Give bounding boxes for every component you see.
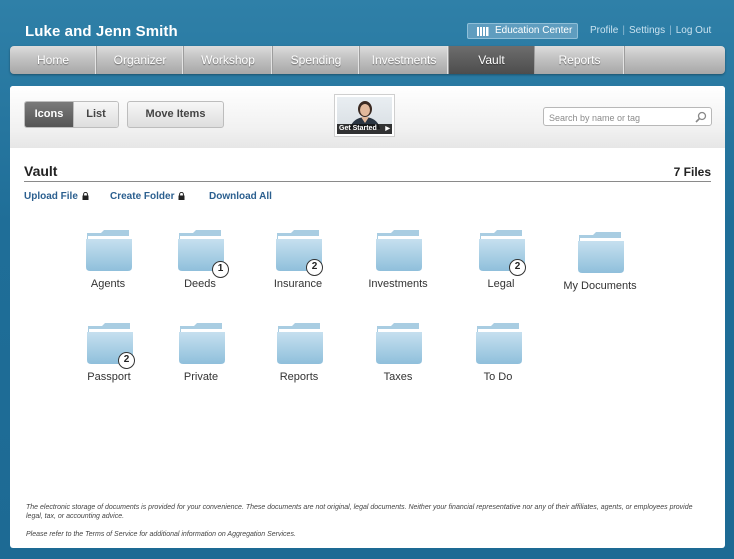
view-toggle: Icons List — [24, 101, 119, 128]
folder-label: Passport — [87, 371, 131, 383]
folder-label: Investments — [368, 278, 428, 290]
folder-icon — [376, 323, 422, 364]
link-separator: | — [669, 25, 672, 36]
search-icon[interactable] — [695, 111, 707, 123]
folder-icon — [86, 230, 132, 271]
folder-label: Legal — [487, 278, 515, 290]
lock-icon — [82, 192, 89, 200]
education-center-button[interactable]: Education Center — [467, 23, 578, 39]
folder-label: Agents — [90, 278, 126, 290]
folder-icon — [179, 323, 225, 364]
log-out-link[interactable]: Log Out — [676, 25, 712, 36]
settings-link[interactable]: Settings — [629, 25, 665, 36]
folder-deeds[interactable]: 1 Deeds — [155, 229, 245, 299]
nav-home[interactable]: Home — [10, 46, 97, 74]
folder-icon — [376, 230, 422, 271]
user-name: Luke and Jenn Smith — [25, 23, 178, 40]
video-caption-text: Get Started — [339, 125, 377, 132]
folder-insurance[interactable]: 2 Insurance — [253, 229, 343, 299]
book-icon — [477, 27, 489, 36]
folder-label: Taxes — [383, 371, 413, 383]
folder-to-do[interactable]: To Do — [453, 322, 543, 392]
folder-label: Deeds — [184, 278, 216, 290]
nav-organizer[interactable]: Organizer — [97, 46, 184, 74]
folder-icon — [578, 232, 624, 273]
file-count: 7 Files — [673, 165, 711, 179]
toolbar: Icons List Move Items Get Started ▶ — [10, 86, 725, 148]
search-input[interactable] — [544, 109, 689, 127]
folder-label: Private — [183, 371, 219, 383]
download-all-link[interactable]: Download All — [209, 191, 272, 202]
top-bar: Luke and Jenn Smith Education Center Pro… — [0, 0, 734, 46]
folder-reports[interactable]: Reports — [254, 322, 344, 392]
create-folder-link[interactable]: Create Folder — [110, 191, 185, 202]
file-count-badge: 2 — [509, 259, 526, 276]
upload-file-link[interactable]: Upload File — [24, 191, 89, 202]
search-box — [543, 107, 712, 127]
lock-icon — [178, 192, 185, 200]
nav-reports[interactable]: Reports — [535, 46, 625, 74]
divider — [24, 181, 711, 182]
folder-label: To Do — [483, 371, 513, 383]
create-folder-label: Create Folder — [110, 191, 175, 202]
nav-vault[interactable]: Vault — [449, 46, 535, 74]
file-count-badge: 2 — [118, 352, 135, 369]
video-preview: Get Started ▶ — [337, 97, 392, 134]
folder-passport[interactable]: 2 Passport — [64, 322, 154, 392]
nav-investments[interactable]: Investments — [360, 46, 449, 74]
account-links: Profile | Settings | Log Out — [590, 25, 711, 36]
icons-view-button[interactable]: Icons — [25, 102, 73, 127]
terms-note: Please refer to the Terms of Service for… — [26, 531, 296, 538]
move-items-button[interactable]: Move Items — [127, 101, 224, 128]
education-center-label: Education Center — [495, 25, 573, 36]
upload-file-label: Upload File — [24, 191, 78, 202]
folder-label: Insurance — [273, 278, 323, 290]
folder-legal[interactable]: 2 Legal — [456, 229, 546, 299]
folder-investments[interactable]: Investments — [353, 229, 443, 299]
page-title: Vault — [24, 163, 58, 179]
play-icon: ▶ — [385, 126, 390, 132]
folder-taxes[interactable]: Taxes — [353, 322, 443, 392]
vault-panel: Icons List Move Items Get Started ▶ Sear… — [10, 86, 725, 548]
get-started-video[interactable]: Get Started ▶ — [334, 94, 395, 137]
file-count-badge: 1 — [212, 261, 229, 278]
nav-workshop[interactable]: Workshop — [184, 46, 273, 74]
folder-private[interactable]: Private — [156, 322, 246, 392]
folder-agents[interactable]: Agents — [63, 229, 153, 299]
folder-icon — [277, 323, 323, 364]
folder-label: Reports — [279, 371, 319, 383]
profile-link[interactable]: Profile — [590, 25, 618, 36]
link-separator: | — [622, 25, 625, 36]
folder-label: My Documents — [563, 280, 637, 292]
storage-disclaimer: The electronic storage of documents is p… — [26, 504, 693, 520]
video-caption: Get Started ▶ — [337, 124, 392, 134]
file-count-badge: 2 — [306, 259, 323, 276]
folder-icon — [476, 323, 522, 364]
list-view-button[interactable]: List — [73, 102, 118, 127]
main-nav: Home Organizer Workshop Spending Investm… — [10, 46, 725, 74]
folder-my-documents[interactable]: My Documents — [555, 231, 645, 301]
nav-spending[interactable]: Spending — [273, 46, 360, 74]
